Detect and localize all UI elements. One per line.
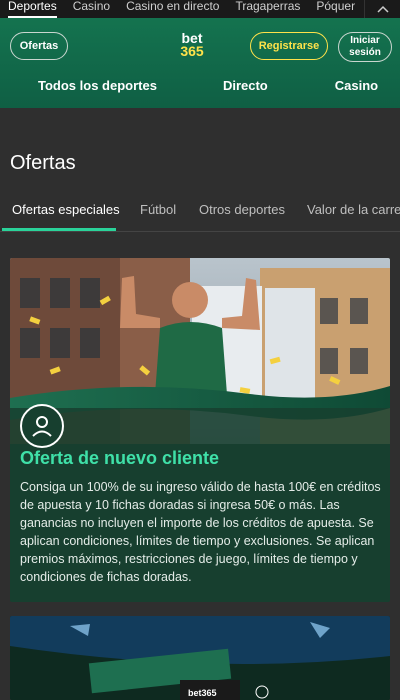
login-label-line-2: sesión (349, 47, 381, 58)
champions-league-offer-card[interactable]: bet365 (10, 616, 390, 700)
offer-hero-image (10, 258, 390, 444)
champions-banner-image: bet365 (10, 616, 390, 700)
offer-description: Consiga un 100% de su ingreso válido de … (20, 480, 381, 584)
top-category-nav: Deportes Casino Casino en directo Tragap… (0, 0, 400, 18)
login-button[interactable]: Iniciar sesión (338, 32, 392, 62)
tab-otros-deportes[interactable]: Otros deportes (199, 202, 285, 217)
ofertas-button[interactable]: Ofertas (10, 32, 68, 60)
user-icon (20, 404, 64, 448)
main-nav: Todos los deportes Directo Casino (0, 78, 400, 93)
topnav-tragaperras[interactable]: Tragaperras (227, 0, 308, 12)
login-label-line-1: Iniciar (350, 35, 380, 46)
site-header: Ofertas bet 365 Registrarse Iniciar sesi… (0, 18, 400, 108)
banner-brand-text: bet365 (188, 688, 217, 698)
tab-ofertas-especiales[interactable]: Ofertas especiales (12, 202, 120, 217)
chevron-up-icon[interactable] (364, 0, 400, 18)
register-button[interactable]: Registrarse (250, 32, 328, 60)
topnav-casino[interactable]: Casino (65, 0, 118, 12)
nav-casino[interactable]: Casino (335, 78, 378, 93)
offer-title: Oferta de nuevo cliente (20, 448, 220, 468)
active-tab-indicator (2, 228, 116, 231)
nav-directo[interactable]: Directo (223, 78, 268, 93)
topnav-casino-en-directo[interactable]: Casino en directo (118, 0, 227, 12)
page-title: Ofertas (10, 152, 76, 174)
topnav-poquer[interactable]: Póquer (308, 0, 363, 12)
bet365-logo[interactable]: bet 365 (170, 31, 214, 59)
nav-todos-los-deportes[interactable]: Todos los deportes (38, 78, 157, 93)
login-label: Iniciar sesión (349, 35, 381, 59)
tab-futbol[interactable]: Fútbol (140, 202, 176, 217)
topnav-deportes[interactable]: Deportes (0, 0, 65, 18)
offers-tabs: Ofertas especiales Fútbol Otros deportes… (0, 196, 400, 232)
logo-bottom-text: 365 (180, 43, 204, 59)
tab-valor-de-la-carrera[interactable]: Valor de la carrera (307, 202, 400, 217)
new-customer-offer-card[interactable]: Oferta de nuevo cliente Consiga un 100% … (10, 258, 390, 602)
